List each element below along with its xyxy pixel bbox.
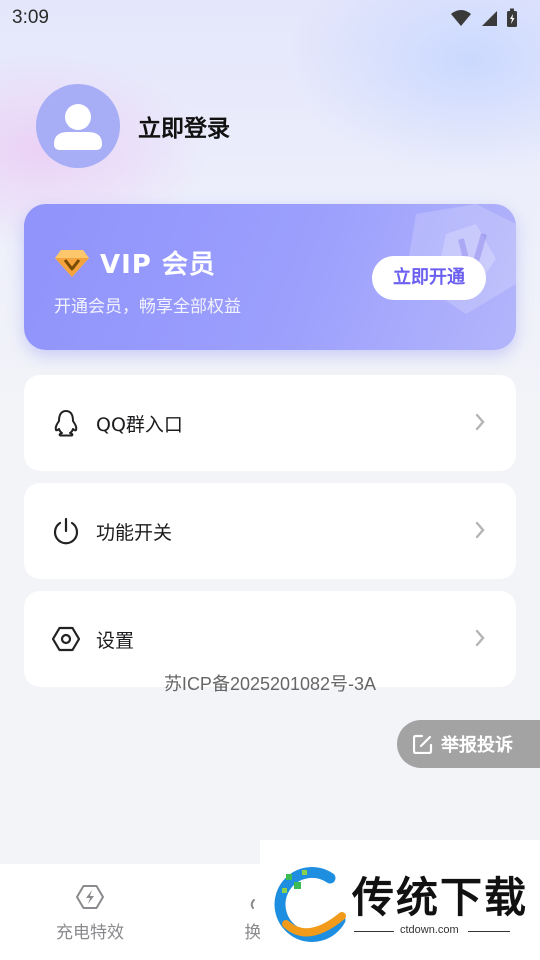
login-link[interactable]: 立即登录	[138, 109, 230, 143]
wifi-icon	[451, 10, 471, 26]
menu-item-qq-group[interactable]: QQ群入口	[24, 375, 516, 471]
ctdown-logo-icon	[274, 866, 346, 942]
lightning-icon	[76, 885, 104, 909]
menu-item-feature-switch[interactable]: 功能开关	[24, 483, 516, 579]
menu-label-qq-group: QQ群入口	[96, 413, 183, 436]
watermark-logo: 传统下载 ctdown.com	[260, 840, 540, 960]
chevron-right-icon	[475, 413, 485, 431]
report-complaint-button[interactable]: 举报投诉	[397, 720, 540, 768]
vip-subtitle: 开通会员，畅享全部权益	[54, 297, 241, 317]
user-icon	[54, 104, 102, 150]
qq-penguin-icon	[54, 410, 78, 437]
vip-title-row: VIP 会员	[54, 244, 216, 281]
chevron-right-icon	[475, 521, 485, 539]
vip-title: VIP 会员	[100, 250, 216, 280]
settings-hexagon-icon	[51, 626, 81, 652]
diamond-icon	[55, 249, 89, 277]
watermark-brand: 传统下载	[352, 873, 529, 922]
edit-icon	[413, 734, 433, 754]
status-icons	[450, 8, 518, 28]
vip-open-button[interactable]: 立即开通	[372, 256, 486, 300]
watermark-url: ctdown.com	[400, 924, 459, 936]
status-time: 3:09	[12, 7, 49, 28]
menu-label-settings: 设置	[96, 629, 135, 652]
watermark-line-left	[354, 931, 394, 932]
icp-license: 苏ICP备2025201082号-3A	[163, 674, 377, 694]
chevron-right-icon	[475, 629, 485, 647]
power-icon	[53, 517, 79, 545]
tab-charging-effects[interactable]: 充电特效	[30, 882, 150, 943]
vip-card[interactable]: VIP 会员 开通会员，畅享全部权益 立即开通	[24, 204, 516, 350]
battery-icon	[507, 8, 517, 27]
menu-label-feature-switch: 功能开关	[96, 521, 173, 544]
profile-section[interactable]: 立即登录	[36, 84, 230, 168]
avatar[interactable]	[36, 84, 120, 168]
status-bar: 3:09	[0, 0, 540, 36]
cell-signal-icon	[482, 11, 497, 26]
tab-label-charging-effects: 充电特效	[56, 923, 124, 943]
watermark-line-right	[468, 931, 510, 932]
report-label: 举报投诉	[441, 735, 513, 756]
